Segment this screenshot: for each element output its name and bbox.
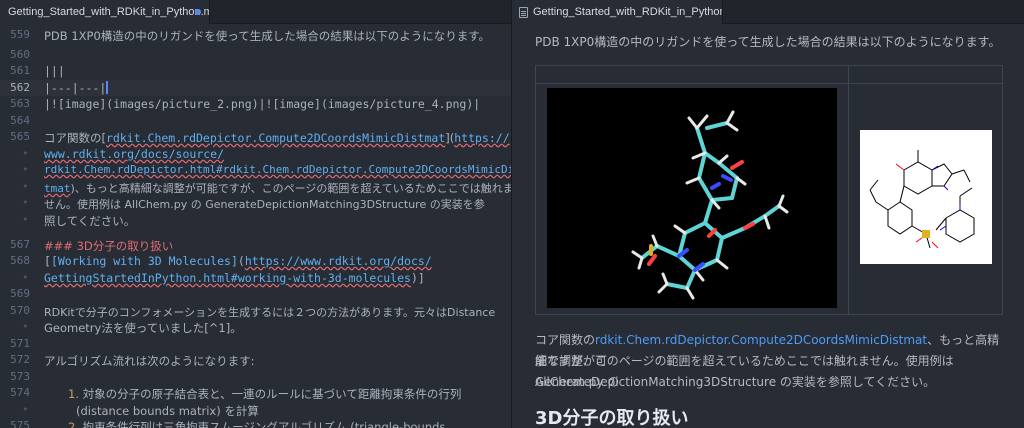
link-url[interactable]: tmat — [44, 182, 71, 195]
code-line-565-wrap: rdkit.Chem.rdDepictor.html#rdkit.Chem.rd… — [44, 163, 511, 176]
line-number: 561 — [10, 64, 30, 77]
text: 対象の分子の原子結合表と、一連のルールに基づいて距離拘束条件の行列 — [82, 387, 462, 401]
line-number: 574 — [10, 386, 30, 399]
code-line-565: コア関数の[rdkit.Chem.rdDepictor.Compute2DCoo… — [44, 130, 510, 146]
wrap-indicator: • — [22, 163, 29, 176]
line-number: 568 — [10, 254, 30, 267]
code-line-565-wrap: www.rdkit.org/docs/source/ — [44, 147, 224, 161]
line-number-gutter: 559 560 561 562 563 564 565 • • • • • 56… — [0, 24, 36, 428]
text: )] — [410, 271, 425, 285]
preview-heading-3d-molecules: 3D分子の取り扱い — [535, 408, 689, 428]
link-url[interactable]: GettingStartedInPython.html#working-with… — [44, 271, 411, 285]
link-url[interactable]: www.rdkit.org/docs/source/ — [44, 147, 224, 161]
text: 拘束条件行列は三角拘束スムージングアルゴリズム (triangle-bounds — [82, 420, 446, 428]
line-number: 567 — [10, 238, 30, 251]
code-line-574-wrap: (distance bounds matrix) を計算 — [76, 404, 259, 418]
text: コア関数の — [535, 333, 596, 347]
code-line-568: [[Working with 3D Molecules](https://www… — [44, 254, 432, 268]
markdown-editor-pane[interactable]: Getting_Started_with_RDKit_in_Python.m 5… — [0, 0, 512, 428]
link-text[interactable]: [Working with 3D Molecules] — [51, 254, 238, 268]
text: )、もっと高精細な調整が可能ですが、このページの範囲を超えているためここでは触れ… — [70, 182, 512, 195]
table-header-row — [536, 66, 1002, 84]
editor-tab[interactable]: Getting_Started_with_RDKit_in_Python.m — [0, 0, 210, 24]
preview-tab-title: Getting_Started_with_RDKit_in_Python.m — [533, 6, 723, 18]
line-number: 559 — [10, 28, 30, 41]
line-number: 571 — [10, 337, 30, 350]
wrap-indicator: • — [22, 213, 29, 226]
code-line-562: |---|---| — [44, 81, 109, 95]
wrap-indicator: • — [22, 271, 29, 284]
link-url[interactable]: https:// — [454, 131, 509, 145]
link-url[interactable]: https://www.rdkit.org/docs/ — [245, 254, 432, 268]
code-line-565-wrap: 照してください。 — [44, 214, 136, 228]
line-number: 565 — [10, 130, 30, 143]
code-line-568-wrap: GettingStartedInPython.html#working-with… — [44, 271, 425, 285]
list-number: 2. — [68, 420, 79, 428]
markdown-preview-pane[interactable]: Getting_Started_with_RDKit_in_Python.m P… — [513, 0, 1024, 428]
preview-paragraph-2-line-3: GenerateDepictionMatching3DStructure の実装… — [535, 375, 936, 389]
image-table — [535, 65, 1003, 315]
line-number: 573 — [10, 370, 30, 383]
text: [ — [44, 254, 51, 268]
text: ]( — [445, 131, 455, 145]
code-line-570-wrap: Geometry法を使っていました[^1]。 — [44, 321, 242, 335]
wrap-indicator: • — [22, 403, 29, 416]
line-number: 575 — [10, 419, 30, 428]
molecule-3d-image — [547, 88, 837, 308]
code-line-559: PDB 1XP0構造の中のリガンドを使って生成した場合の結果は以下のようになりま… — [44, 29, 491, 43]
preview-tab[interactable]: Getting_Started_with_RDKit_in_Python.m — [513, 0, 723, 24]
preview-paragraph-1: PDB 1XP0構造の中のリガンドを使って生成した場合の結果は以下のようになりま… — [535, 35, 1001, 49]
preview-tab-bar: Getting_Started_with_RDKit_in_Python.m — [513, 0, 1024, 24]
document-icon — [519, 7, 528, 18]
table-column-divider — [848, 66, 849, 314]
editor-tab-title: Getting_Started_with_RDKit_in_Python.m — [8, 6, 210, 18]
link-text[interactable]: rdkit.Chem.rdDepictor.Compute2DCoordsMim… — [106, 131, 445, 145]
text: コア関数の[ — [44, 131, 106, 145]
line-number: 562 — [10, 81, 30, 94]
code-line-565-wrap: せん。使用例は AllChem.py の GenerateDepictionMa… — [44, 198, 485, 211]
list-number: 1. — [68, 387, 79, 401]
editor-tab-bar: Getting_Started_with_RDKit_in_Python.m — [0, 0, 511, 24]
molecule-2d-image — [860, 130, 992, 264]
code-area[interactable]: PDB 1XP0構造の中のリガンドを使って生成した場合の結果は以下のようになりま… — [44, 24, 512, 428]
modified-dot-icon — [195, 9, 201, 15]
code-line-567-heading: ### 3D分子の取り扱い — [44, 239, 174, 253]
wrap-indicator: • — [22, 180, 29, 193]
wrap-indicator: • — [22, 196, 29, 209]
code-line-561: ||| — [44, 64, 65, 78]
wrap-indicator: • — [22, 147, 29, 160]
line-number: 564 — [10, 114, 30, 127]
code-line-570: RDKitで分子のコンフォメーションを生成するには２つの方法があります。元々はD… — [44, 306, 496, 319]
link-url[interactable]: rdkit.Chem.rdDepictor.html#rdkit.Chem.rd… — [44, 163, 511, 176]
line-number: 569 — [10, 287, 30, 300]
preview-link[interactable]: rdkit.Chem.rdDepictor.Compute2DCoordsMim… — [595, 333, 927, 347]
code-line-574: 1. 対象の分子の原子結合表と、一連のルールに基づいて距離拘束条件の行列 — [68, 386, 461, 402]
line-number: 570 — [10, 304, 30, 317]
wrap-indicator: • — [22, 320, 29, 333]
code-line-562-text: |---|---| — [44, 81, 107, 95]
text-caret — [106, 81, 109, 94]
line-number: 563 — [10, 97, 30, 110]
text: ( — [237, 254, 245, 268]
line-number: 572 — [10, 353, 30, 366]
code-line-563: |![image](images/picture_2.png)|![image]… — [44, 97, 481, 111]
code-line-575: 2. 拘束条件行列は三角拘束スムージングアルゴリズム (triangle-bou… — [68, 419, 445, 428]
line-number: 560 — [10, 48, 30, 61]
code-line-565-wrap: tmat)、もっと高精細な調整が可能ですが、このページの範囲を超えているためここ… — [44, 180, 512, 196]
code-line-572: アルゴリズム流れは次のようになります: — [44, 354, 255, 368]
